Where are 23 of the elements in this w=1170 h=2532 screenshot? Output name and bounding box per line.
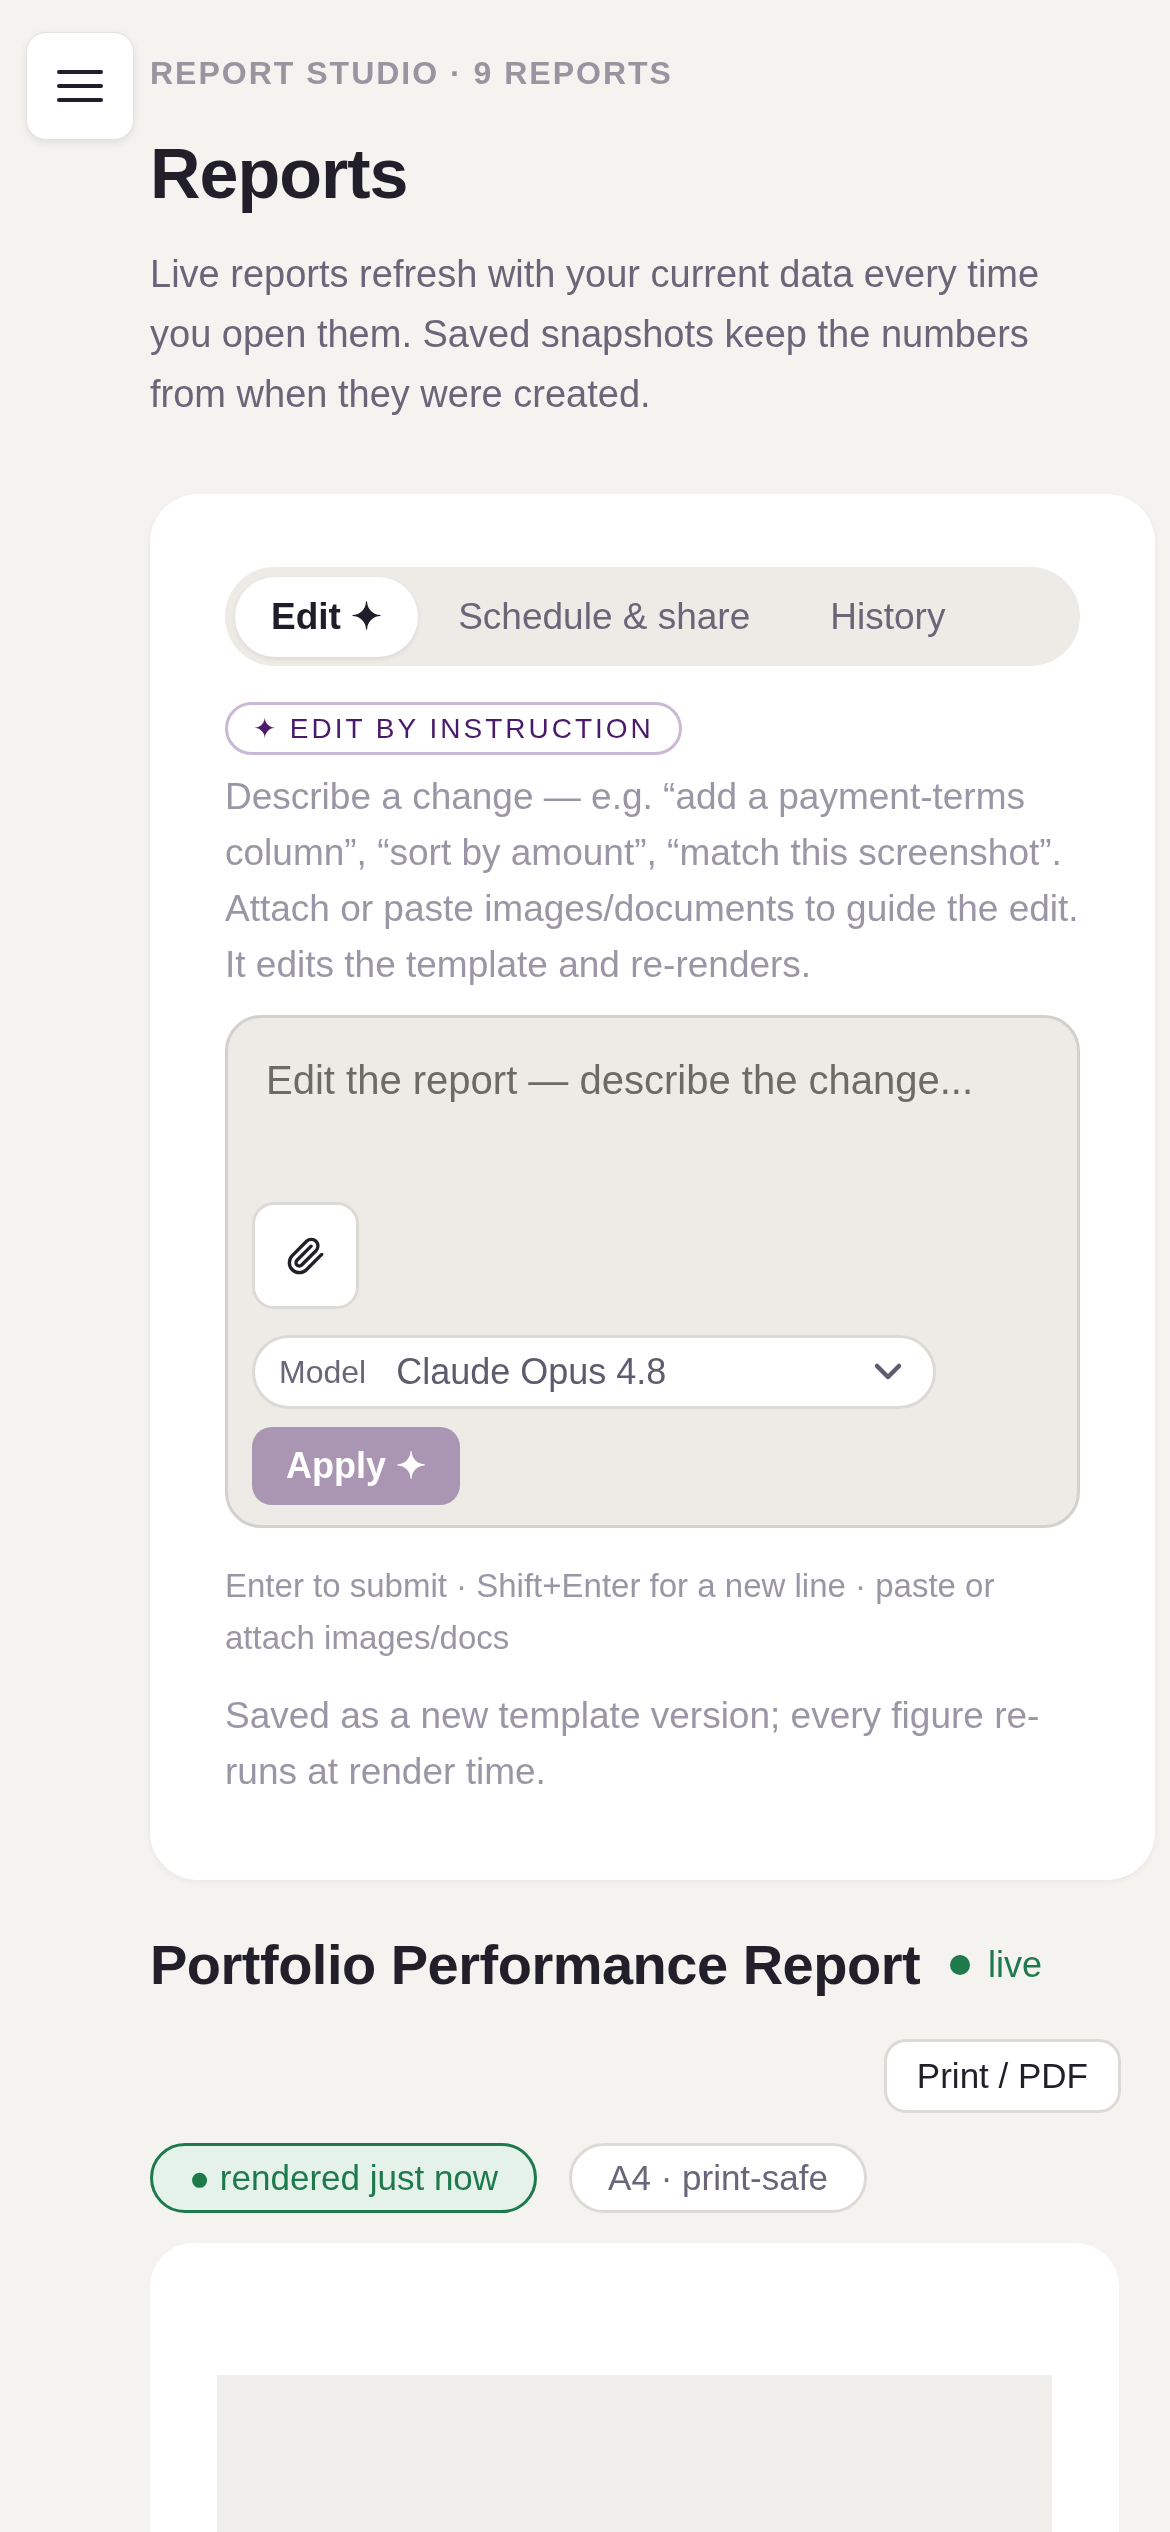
page-title: Reports bbox=[150, 134, 409, 214]
report-title: Portfolio Performance Report bbox=[150, 1932, 921, 1997]
tab[interactable]: History bbox=[790, 576, 986, 657]
format-chip: A4 · print-safe bbox=[569, 2143, 867, 2213]
help-text: Describe a change — e.g. “add a payment-terms column”, “sort by amount”, “match this screenshot”. Attach or paste images/documents to guide the edit. It edits the template and re-renders. bbox=[225, 775, 1080, 987]
print-button[interactable]: Print / PDF bbox=[883, 2039, 1121, 2113]
eyebrow-label: REPORT STUDIO · 9 REPORTS bbox=[150, 54, 674, 92]
save-note: Saved as a new template version; every figure re-runs at render time. bbox=[225, 1694, 1041, 1794]
tab[interactable]: Edit ✦ bbox=[235, 576, 419, 657]
model-select[interactable]: Model Claude Opus 4.8 bbox=[252, 1335, 936, 1409]
keyboard-hint: Enter to submit · Shift+Enter for a new line · paste or attach images/docs bbox=[225, 1566, 996, 1658]
tab[interactable]: Schedule & share bbox=[418, 576, 791, 657]
mode-badge: ✦ EDIT BY INSTRUCTION bbox=[225, 702, 682, 755]
render-status-chip: ● rendered just now bbox=[150, 2143, 538, 2213]
model-value: Claude Opus 4.8 bbox=[396, 1351, 668, 1393]
chevron-down-icon bbox=[873, 1362, 903, 1382]
menu-icon bbox=[57, 69, 103, 103]
status-label: live bbox=[988, 1943, 1043, 1986]
page-description: Live reports refresh with your current data every time you open them. Saved snapshots keep the numbers from when they were created. bbox=[150, 252, 1041, 417]
menu-button[interactable] bbox=[26, 32, 134, 140]
model-label: Model bbox=[279, 1353, 367, 1391]
attach-button[interactable] bbox=[252, 1202, 359, 1309]
paperclip-icon bbox=[285, 1235, 326, 1276]
